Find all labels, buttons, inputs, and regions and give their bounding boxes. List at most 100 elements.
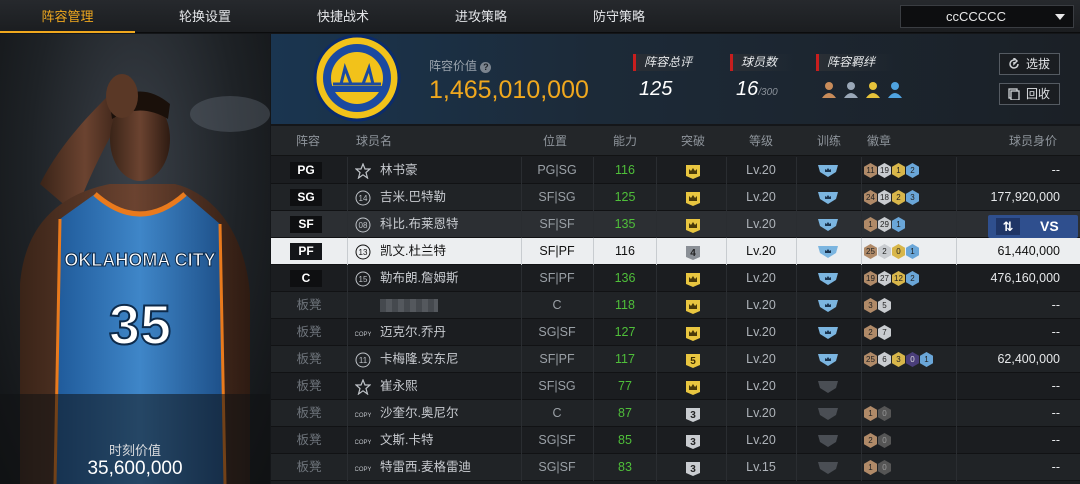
jersey-number-icon: 11 [355, 352, 371, 368]
player-name[interactable]: 科比.布莱恩特 [380, 211, 458, 238]
column-divider [347, 265, 348, 292]
player-name[interactable]: 勒布朗.詹姆斯 [380, 265, 458, 292]
col-position[interactable]: 位置 [543, 126, 567, 156]
training-icon[interactable] [817, 218, 839, 231]
recycle-button[interactable]: 回收 [999, 83, 1060, 105]
col-ability[interactable]: 能力 [613, 126, 637, 156]
player-level: Lv.20 [746, 163, 776, 177]
player-salary: -- [1051, 325, 1060, 339]
player-ability: 77 [618, 379, 632, 393]
col-level[interactable]: 等级 [749, 126, 773, 156]
badge-count: 24 [864, 190, 877, 205]
tab-defense[interactable]: 防守策略 [551, 0, 687, 33]
training-icon[interactable] [817, 380, 839, 393]
copy-icon: COPY [355, 440, 371, 446]
table-row[interactable]: 板凳 COPY 沙奎尔.奥尼尔 C 87 3 Lv.20 1 0 -- [271, 400, 1080, 427]
player-position: SF|SG [538, 190, 576, 204]
training-icon[interactable] [817, 326, 839, 339]
moment-value-label: 时刻价值 [108, 443, 161, 458]
table-row[interactable]: 板凳 COPY 特雷西.麦格雷迪 SG|SF 83 3 Lv.15 1 0 -- [271, 454, 1080, 481]
table-row[interactable]: SF 08 科比.布莱恩特 SF|SF 135 Lv.20 1 29 1 [271, 211, 1080, 238]
player-name[interactable]: 卡梅隆.安东尼 [380, 346, 458, 373]
vs-label: VS [1040, 218, 1059, 234]
refresh-icon [1009, 58, 1019, 69]
column-divider [796, 373, 797, 400]
table-row[interactable]: 板凳 崔永熙 SF|SG 77 Lv.20 -- [271, 373, 1080, 400]
player-name[interactable]: 凯文.杜兰特 [380, 238, 446, 265]
svg-text:COPY: COPY [355, 440, 371, 446]
breakthrough-level-icon: 5 [686, 354, 700, 368]
player-position: SF|PF [539, 352, 575, 366]
breakthrough-level: 4 [690, 248, 696, 259]
column-divider [347, 157, 348, 184]
bench-label: 板凳 [296, 433, 322, 447]
training-icon[interactable] [817, 245, 839, 258]
training-icon[interactable] [817, 461, 839, 474]
column-divider [593, 292, 594, 319]
copy-icon: COPY [355, 413, 371, 419]
badge-count: 25 [864, 352, 877, 367]
player-name[interactable]: 吉米.巴特勒 [380, 184, 446, 211]
team-select-dropdown[interactable]: ccCCCCC [900, 5, 1074, 28]
column-divider [861, 157, 862, 184]
player-name[interactable]: 崔永熙 [380, 373, 418, 400]
player-name[interactable]: 文斯.卡特 [380, 427, 433, 454]
col-training[interactable]: 训练 [817, 126, 841, 156]
svg-text:08: 08 [359, 221, 368, 230]
badge-count: 11 [864, 163, 877, 178]
col-player-name[interactable]: 球员名 [356, 126, 392, 156]
table-row[interactable]: SG 14 吉米.巴特勒 SF|SG 125 Lv.20 24 18 2 3 177,920,000 [271, 184, 1080, 211]
column-divider [593, 265, 594, 292]
select-button[interactable]: 选拔 [999, 53, 1060, 75]
training-icon[interactable] [817, 191, 839, 204]
roster-table: 阵容 球员名 位置 能力 突破 等级 训练 徽章 球员身价 PG 林书豪 PG|SG… [271, 126, 1080, 484]
tab-rotation[interactable]: 轮换设置 [135, 0, 275, 33]
player-name[interactable]: 特雷西.麦格雷迪 [380, 454, 471, 481]
player-name[interactable]: 林书豪 [380, 157, 418, 184]
player-name[interactable]: 迈克尔.乔丹 [380, 319, 446, 346]
badge-count: 0 [906, 352, 919, 367]
tab-lineup[interactable]: 阵容管理 [0, 0, 135, 33]
svg-text:11: 11 [359, 356, 368, 365]
training-icon[interactable] [817, 353, 839, 366]
svg-text:14: 14 [359, 194, 368, 203]
table-row[interactable]: PF 13 凯文.杜兰特 SF|PF 116 4 Lv.20 25 2 0 1 61,440,000 [271, 238, 1080, 265]
col-breakthrough[interactable]: 突破 [681, 126, 705, 156]
player-ability: 118 [615, 298, 635, 312]
badge-list: 35 [864, 297, 892, 314]
help-icon[interactable]: ? [480, 62, 492, 73]
breakthrough-level-icon: 4 [686, 246, 700, 260]
column-divider [347, 319, 348, 346]
player-portrait-panel[interactable]: OKLAHOMA CITY 35 时刻价值 35,600,000 [0, 34, 270, 484]
training-icon[interactable] [817, 299, 839, 312]
table-row[interactable]: 板凳 COPY 文斯.卡特 SG|SF 85 3 Lv.20 2 0 -- [271, 427, 1080, 454]
table-row[interactable]: 板凳 11 卡梅隆.安东尼 SF|PF 117 5 Lv.20 25 6 3 0 1 62,400,00… [271, 346, 1080, 373]
tab-quick-tactics[interactable]: 快捷战术 [275, 0, 411, 33]
player-name[interactable]: 沙奎尔.奥尼尔 [380, 400, 458, 427]
tab-offense[interactable]: 进攻策略 [411, 0, 551, 33]
player-salary: 177,920,000 [990, 190, 1060, 204]
column-divider [796, 184, 797, 211]
player-salary: -- [1051, 406, 1060, 420]
player-salary: 61,440,000 [997, 244, 1060, 258]
swap-vs-button[interactable]: ⇅ VS [988, 215, 1078, 238]
col-badges[interactable]: 徽章 [867, 126, 891, 156]
training-icon[interactable] [817, 272, 839, 285]
column-divider [656, 373, 657, 400]
jersey-team-text: OKLAHOMA CITY [64, 250, 215, 270]
training-icon[interactable] [817, 434, 839, 447]
column-divider [347, 454, 348, 481]
table-row[interactable]: C 15 勒布朗.詹姆斯 SF|PF 136 Lv.20 19 27 12 2 476,160,00… [271, 265, 1080, 292]
training-icon[interactable] [817, 164, 839, 177]
table-row[interactable]: 板凳 C 118 Lv.20 3 5 -- [271, 292, 1080, 319]
lineup-rating-label: 阵容总评 [633, 54, 699, 71]
chevron-down-icon [1055, 14, 1065, 20]
jersey-number-icon: 08 [355, 217, 371, 233]
bond-icons[interactable] [821, 80, 913, 100]
col-lineup[interactable]: 阵容 [296, 126, 320, 156]
training-icon[interactable] [817, 407, 839, 420]
badge-list: 25 6 3 0 1 [864, 351, 934, 368]
table-row[interactable]: 板凳 COPY 迈克尔.乔丹 SG|SF 127 Lv.20 2 7 -- [271, 319, 1080, 346]
col-salary[interactable]: 球员身价 [1009, 126, 1057, 156]
table-row[interactable]: PG 林书豪 PG|SG 116 Lv.20 11 19 1 2 -- [271, 157, 1080, 184]
